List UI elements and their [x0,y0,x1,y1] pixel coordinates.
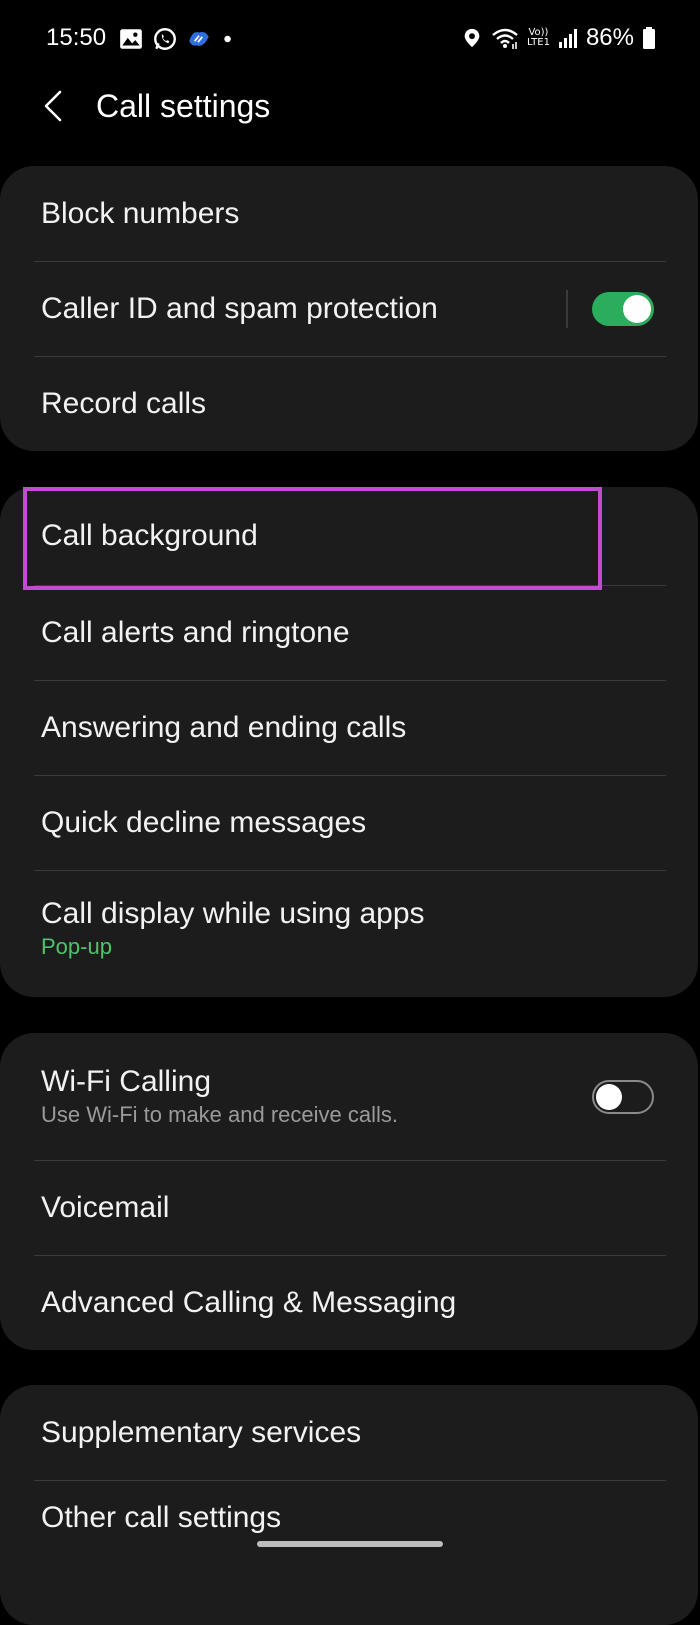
notification-icons [118,26,246,52]
wifi-calling-toggle[interactable] [592,1079,654,1114]
toggle-knob [623,294,651,323]
setting-caller-id-spam-protection[interactable]: Caller ID and spam protection [0,261,698,356]
setting-advanced-calling-messaging[interactable]: Advanced Calling & Messaging [0,1255,698,1350]
setting-voicemail[interactable]: Voicemail [0,1160,698,1255]
settings-group-4: Supplementary services Other call settin… [0,1385,698,1625]
header: Call settings [0,76,700,140]
setting-call-background[interactable]: Call background [0,487,698,585]
image-icon [120,29,142,49]
setting-title: Call background [41,519,258,552]
dot-icon [224,35,231,43]
setting-title: Block numbers [41,196,240,230]
caller-id-toggle[interactable] [592,291,654,326]
setting-record-calls[interactable]: Record calls [0,356,698,451]
setting-wifi-calling[interactable]: Wi-Fi Calling Use Wi-Fi to make and rece… [0,1033,698,1160]
settings-group-2: Call background Call alerts and ringtone… [0,487,698,997]
system-icons: Vo)) LTE1 86% [461,24,656,52]
volte-icon: Vo)) LTE1 [527,28,550,48]
setting-other-call-settings[interactable]: Other call settings [0,1480,698,1575]
setting-quick-decline-messages[interactable]: Quick decline messages [0,775,698,870]
setting-title: Advanced Calling & Messaging [41,1285,457,1319]
status-time: 15:50 [46,24,107,51]
gesture-nav-handle[interactable] [257,1541,443,1547]
setting-answering-ending-calls[interactable]: Answering and ending calls [0,680,698,775]
setting-title: Call alerts and ringtone [41,615,350,649]
toggle-divider [566,289,568,328]
location-icon [464,28,480,48]
setting-title: Other call settings [41,1500,282,1534]
settings-group-1: Block numbers Caller ID and spam protect… [0,166,698,451]
app-icon [189,31,209,46]
toggle-knob [596,1083,622,1110]
setting-block-numbers[interactable]: Block numbers [0,166,698,261]
setting-title: Call display while using apps [41,896,425,930]
lte-label: LTE1 [526,37,550,48]
setting-supplementary-services[interactable]: Supplementary services [0,1385,698,1480]
battery-percentage: 86% [585,24,634,51]
signal-icon [558,29,577,48]
whatsapp-icon [154,28,176,50]
setting-call-alerts-ringtone[interactable]: Call alerts and ringtone [0,585,698,680]
setting-title: Record calls [41,386,207,420]
back-arrow-icon[interactable] [34,86,74,126]
status-bar: 15:50 Vo)) LTE1 86% [0,0,700,80]
setting-call-display-while-using-apps[interactable]: Call display while using apps Pop-up [0,870,698,997]
setting-title: Quick decline messages [41,805,367,839]
setting-title: Supplementary services [41,1415,362,1449]
setting-subtitle: Pop-up [41,933,112,959]
battery-icon [643,27,655,49]
page-title: Call settings [96,88,271,124]
setting-title: Voicemail [41,1190,170,1224]
wifi-icon [492,28,518,49]
settings-group-3: Wi-Fi Calling Use Wi-Fi to make and rece… [0,1033,698,1350]
setting-title: Answering and ending calls [41,710,407,744]
